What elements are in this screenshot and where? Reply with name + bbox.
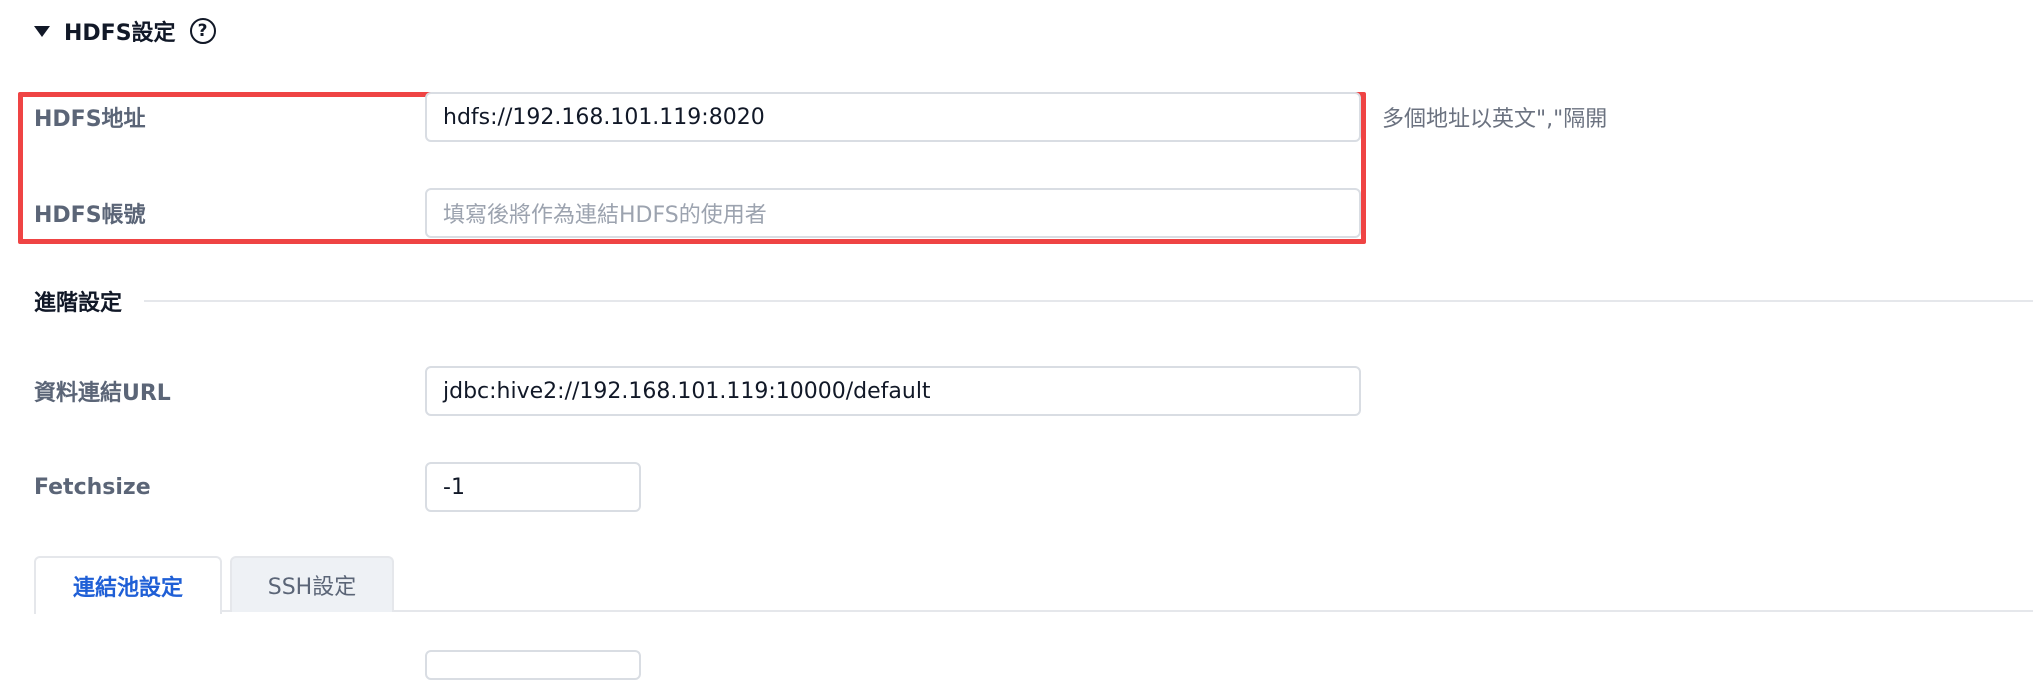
section-title: HDFS設定 xyxy=(64,21,176,46)
hdfs-account-label: HDFS帳號 xyxy=(34,203,146,228)
hdfs-section-header[interactable]: HDFS設定 ? xyxy=(34,14,216,48)
help-icon[interactable]: ? xyxy=(189,18,216,44)
jdbc-url-input[interactable]: jdbc:hive2://192.168.101.119:10000/defau… xyxy=(425,366,1361,416)
fetchsize-label: Fetchsize xyxy=(34,474,151,500)
settings-tabs: 連結池設定 SSH設定 xyxy=(34,556,2033,614)
tab-connection-pool[interactable]: 連結池設定 xyxy=(34,556,222,614)
hdfs-address-input[interactable]: hdfs://192.168.101.119:8020 xyxy=(425,92,1361,142)
hdfs-account-input[interactable]: 填寫後將作為連結HDFS的使用者 xyxy=(425,188,1361,238)
jdbc-url-label: 資料連結URL xyxy=(34,381,171,406)
advanced-settings-title: 進階設定 xyxy=(34,291,123,316)
hdfs-address-hint: 多個地址以英文","隔開 xyxy=(1382,107,1608,132)
fetchsize-input[interactable]: -1 xyxy=(425,462,641,512)
pool-setting-input[interactable] xyxy=(425,650,641,680)
advanced-divider: 進階設定 xyxy=(34,284,2033,318)
divider-line xyxy=(144,300,2033,302)
hdfs-address-label: HDFS地址 xyxy=(34,107,146,132)
collapse-caret-icon[interactable] xyxy=(34,25,50,37)
tab-ssh[interactable]: SSH設定 xyxy=(230,556,394,612)
